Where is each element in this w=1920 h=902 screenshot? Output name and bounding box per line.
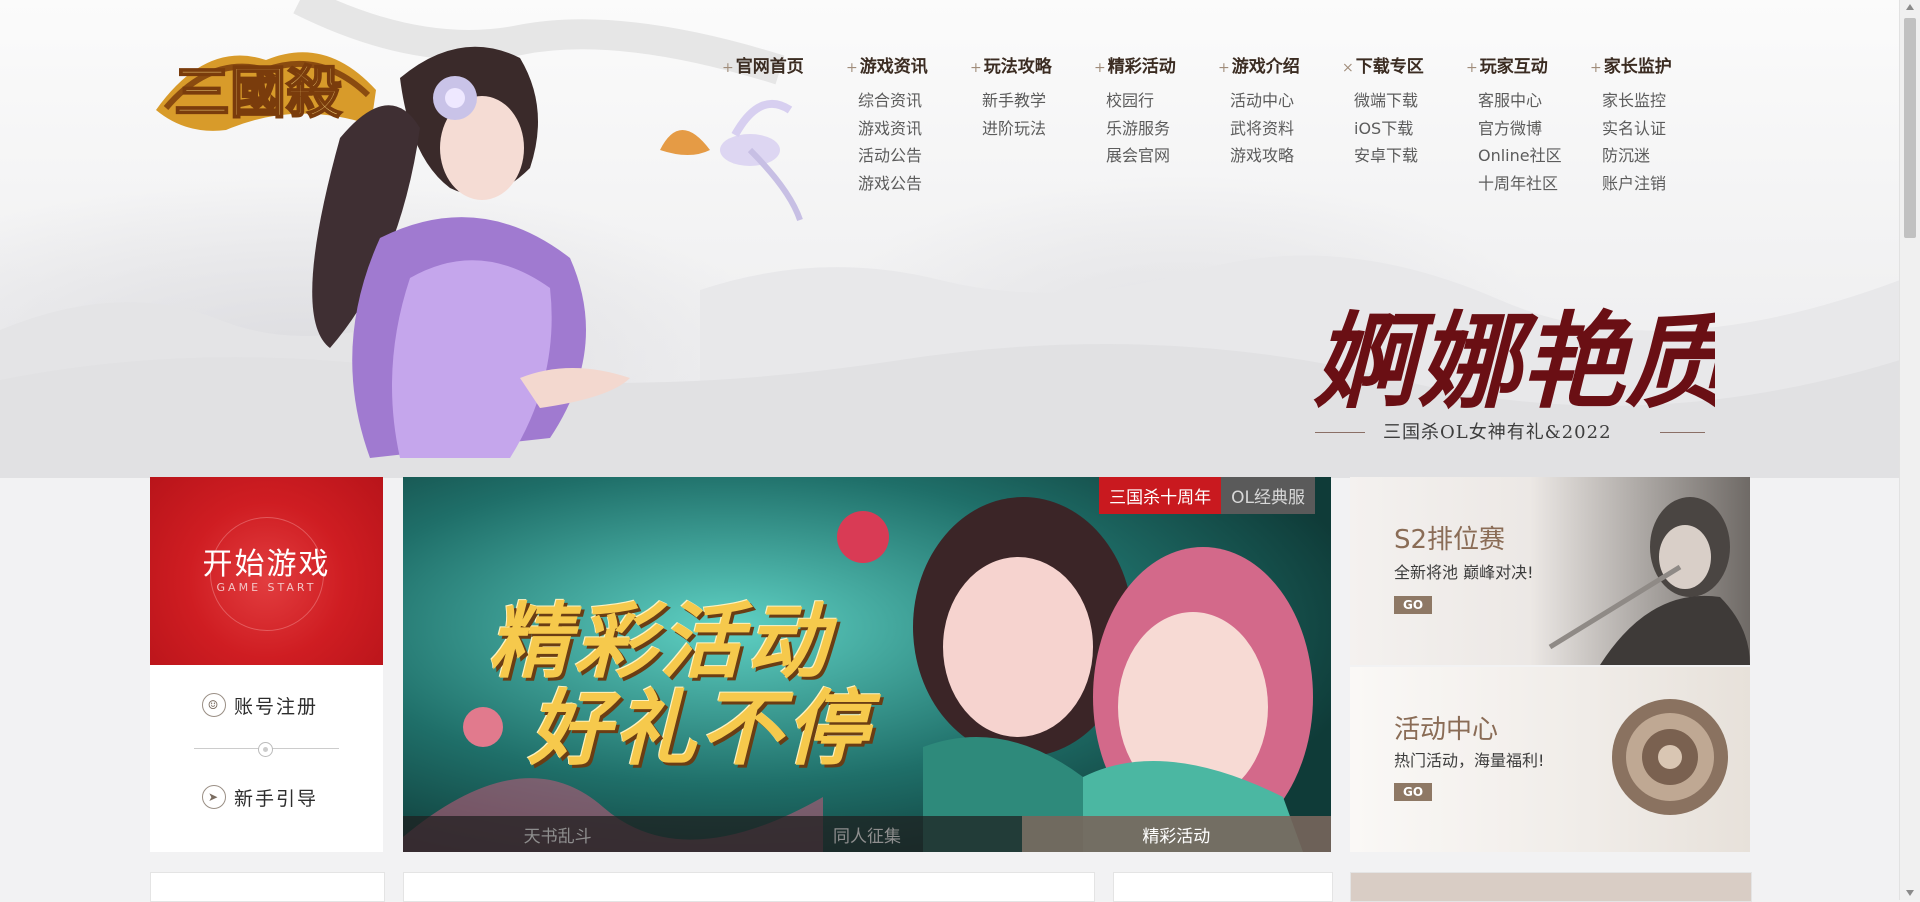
nav-link[interactable]: Online社区 — [1466, 142, 1590, 170]
nav-head-label: 精彩活动 — [1107, 57, 1176, 77]
nav-link[interactable]: 安卓下载 — [1342, 142, 1466, 170]
nav-link[interactable]: 游戏资讯 — [846, 115, 970, 143]
nav-head-home[interactable]: + 官网首页 — [722, 52, 846, 77]
bottom-card — [150, 872, 385, 902]
banner-nav-item[interactable]: 同人征集 — [712, 816, 1022, 852]
tab-tenth-anniversary[interactable]: 三国杀十周年 — [1099, 477, 1222, 514]
page-scrollbar[interactable] — [1899, 0, 1920, 900]
promo-ranked[interactable]: S2排位赛 全新将池 巅峰对决! GO — [1350, 477, 1750, 665]
nav-link[interactable]: 新手教学 — [970, 87, 1094, 115]
go-button[interactable]: GO — [1394, 783, 1432, 801]
start-game-subtitle: GAME START — [216, 581, 317, 594]
nav-head-label: 玩法攻略 — [983, 57, 1052, 77]
nav-head-guides[interactable]: + 玩法攻略 — [970, 52, 1094, 77]
slogan-subtitle: 三国杀OL女神有礼&2022 — [1383, 422, 1612, 443]
scroll-up-icon[interactable] — [1906, 4, 1914, 10]
hero-background: 三國殺 + 官网首页 + 游戏资讯 综合资讯 游戏资讯 活动公告 游戏公告 + … — [0, 0, 1900, 478]
nav-col-community: + 玩家互动 客服中心 官方微博 Online社区 十周年社区 — [1466, 52, 1590, 197]
nav-link[interactable]: 十周年社区 — [1466, 170, 1590, 198]
scroll-down-icon[interactable] — [1906, 890, 1914, 896]
nav-link[interactable]: 客服中心 — [1466, 87, 1590, 115]
nav-head-label: 官网首页 — [735, 57, 804, 77]
nav-head-news[interactable]: + 游戏资讯 — [846, 52, 970, 77]
divider — [194, 742, 339, 757]
banner-nav: 天书乱斗 同人征集 精彩活动 — [403, 816, 1331, 852]
server-tabs: 三国杀十周年 OL经典服 — [1099, 477, 1315, 514]
nav-link[interactable]: 乐游服务 — [1094, 115, 1218, 143]
nav-link[interactable]: 展会官网 — [1094, 142, 1218, 170]
promo-subtitle: 热门活动，海量福利! — [1394, 751, 1545, 770]
compass-icon: ➤ — [202, 785, 226, 809]
nav-head-community[interactable]: + 玩家互动 — [1466, 52, 1590, 77]
nav-link[interactable]: 进阶玩法 — [970, 115, 1094, 143]
nav-col-guides: + 玩法攻略 新手教学 进阶玩法 — [970, 52, 1094, 142]
nav-link[interactable]: 校园行 — [1094, 87, 1218, 115]
start-panel: 开始游戏 GAME START ☺ 账号注册 ➤ 新手引导 — [150, 477, 383, 852]
nav-head-downloads[interactable]: × 下载专区 — [1342, 52, 1466, 77]
banner-nav-item-active[interactable]: 精彩活动 — [1021, 816, 1331, 852]
nav-link[interactable]: 游戏公告 — [846, 170, 970, 198]
nav-link[interactable]: 综合资讯 — [846, 87, 970, 115]
nav-col-intro: + 游戏介绍 活动中心 武将资料 游戏攻略 — [1218, 52, 1342, 170]
nav-link[interactable]: iOS下载 — [1342, 115, 1466, 143]
bottom-card — [1113, 872, 1333, 902]
promo-title: 活动中心 — [1394, 715, 1499, 745]
nav-head-label: 游戏介绍 — [1231, 57, 1300, 77]
heroine-illustration — [312, 46, 630, 458]
banner-headline-2: 好礼不停 — [528, 682, 872, 777]
nav-head-label: 游戏资讯 — [859, 57, 928, 77]
nav-col-news: + 游戏资讯 综合资讯 游戏资讯 活动公告 游戏公告 — [846, 52, 970, 197]
nav-link[interactable]: 活动中心 — [1218, 87, 1342, 115]
promo-title: S2排位赛 — [1394, 525, 1506, 555]
slogan-divider-right — [1660, 432, 1705, 433]
promo-activity-center[interactable]: 活动中心 热门活动，海量福利! GO — [1350, 667, 1750, 852]
nav-link[interactable]: 游戏攻略 — [1218, 142, 1342, 170]
slogan-divider-left — [1315, 432, 1365, 433]
nav-head-events[interactable]: + 精彩活动 — [1094, 52, 1218, 77]
start-game-title: 开始游戏 — [202, 547, 331, 582]
user-icon: ☺ — [202, 693, 226, 717]
start-game-button[interactable]: 开始游戏 GAME START — [150, 477, 383, 665]
bottom-card — [403, 872, 1095, 902]
scrollbar-thumb[interactable] — [1904, 18, 1916, 238]
guide-button[interactable]: ➤ 新手引导 — [202, 780, 318, 814]
tab-ol-classic[interactable]: OL经典服 — [1221, 477, 1315, 514]
nav-link[interactable]: 家长监控 — [1590, 87, 1714, 115]
nav-link[interactable]: 防沉迷 — [1590, 142, 1714, 170]
nav-link[interactable]: 账户注销 — [1590, 170, 1714, 198]
slogan-main: 婀娜艳质 — [1313, 300, 1715, 423]
nav-link[interactable]: 微端下载 — [1342, 87, 1466, 115]
nav-col-home: + 官网首页 — [722, 52, 846, 77]
nav-col-events: + 精彩活动 校园行 乐游服务 展会官网 — [1094, 52, 1218, 170]
nav-link[interactable]: 官方微博 — [1466, 115, 1590, 143]
nav-head-intro[interactable]: + 游戏介绍 — [1218, 52, 1342, 77]
nav-head-label: 下载专区 — [1355, 57, 1424, 77]
go-button[interactable]: GO — [1394, 596, 1432, 614]
banner-nav-item[interactable]: 天书乱斗 — [403, 816, 713, 852]
nav-head-label: 玩家互动 — [1479, 57, 1548, 77]
nav-col-downloads: × 下载专区 微端下载 iOS下载 安卓下载 — [1342, 52, 1466, 170]
nav-link[interactable]: 实名认证 — [1590, 115, 1714, 143]
nav-col-parental: + 家长监护 家长监控 实名认证 防沉迷 账户注销 — [1590, 52, 1714, 197]
nav-link[interactable]: 武将资料 — [1218, 115, 1342, 143]
guide-label: 新手引导 — [234, 787, 319, 810]
register-button[interactable]: ☺ 账号注册 — [202, 688, 318, 722]
register-label: 账号注册 — [234, 695, 319, 718]
bottom-card — [1350, 872, 1752, 902]
nav-head-parental[interactable]: + 家长监护 — [1590, 52, 1714, 77]
nav-link[interactable]: 活动公告 — [846, 142, 970, 170]
promo-subtitle: 全新将池 巅峰对决! — [1394, 563, 1534, 582]
nav-head-label: 家长监护 — [1603, 57, 1672, 77]
event-banner[interactable]: 精彩活动 好礼不停 三国杀十周年 OL经典服 天书乱斗 同人征集 精彩活动 — [403, 477, 1331, 852]
bird-illustration — [660, 99, 803, 221]
